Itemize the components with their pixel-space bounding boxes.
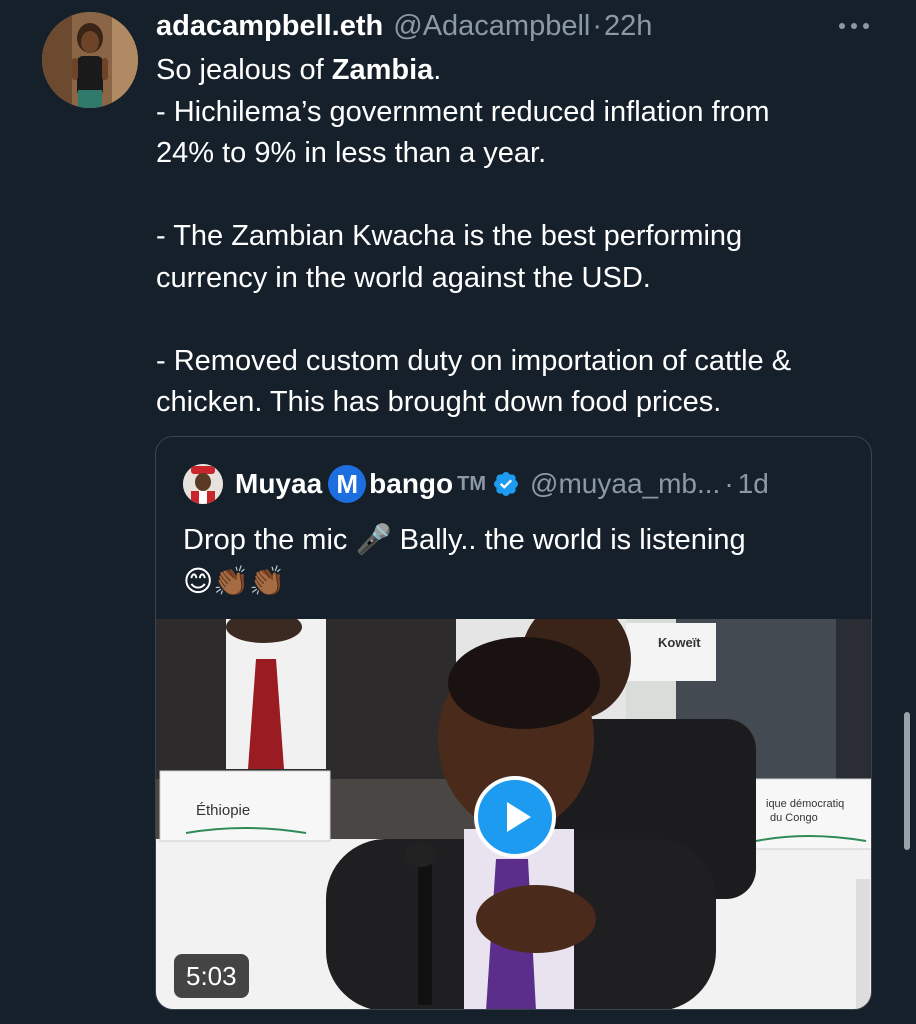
play-icon	[507, 802, 531, 832]
more-options-button[interactable]	[834, 14, 874, 38]
video-player[interactable]: Koweït Éthiopie ique démocratiq du Congo	[156, 619, 871, 1009]
placard-right-line1: ique démocratiq	[766, 798, 844, 810]
tweet-text-bold: Zambia	[331, 54, 434, 86]
author-avatar[interactable]	[42, 12, 138, 108]
tweet-line: - Hichilema’s government reduced inflati…	[156, 95, 770, 128]
tweet-header: adacampbell.eth @Adacampbell · 22h	[156, 6, 652, 46]
video-duration-badge: 5:03	[174, 954, 249, 998]
tweet-text-prefix: So jealous of	[156, 54, 332, 86]
quoted-tweet-header: Muyaa M bango TM @muyaa_mb... · 1d	[183, 463, 769, 505]
tweet-line: - Removed custom duty on importation of …	[156, 344, 792, 377]
verified-badge-icon	[494, 472, 519, 496]
trademark-label: TM	[457, 472, 487, 495]
quoted-emoji-line: 😊👏🏾👏🏾	[183, 566, 286, 598]
tweet-line: currency in the world against the USD.	[156, 261, 651, 294]
quoted-author-avatar	[183, 464, 223, 504]
quoted-text-line: Drop the mic 🎤 Bally.. the world is list…	[183, 524, 746, 556]
more-icon	[839, 23, 869, 29]
tweet-line: So jealous of Zambia.	[156, 50, 876, 92]
quoted-tweet-text: Drop the mic 🎤 Bally.. the world is list…	[183, 519, 853, 603]
author-display-name[interactable]: adacampbell.eth	[156, 10, 383, 43]
play-button[interactable]	[474, 776, 556, 858]
tweet-line: chicken. This has brought down food pric…	[156, 386, 722, 418]
tweet-line: 24% to 9% in less than a year.	[156, 137, 547, 169]
tweet[interactable]: adacampbell.eth @Adacampbell · 22h So je…	[0, 0, 916, 1024]
quoted-author-handle: @muyaa_mb...	[530, 468, 721, 499]
tweet-timestamp[interactable]: 22h	[604, 10, 652, 43]
placard-right-line2: du Congo	[770, 812, 818, 824]
tweet-line: - The Zambian Kwacha is the best perform…	[156, 220, 743, 252]
m-badge-icon: M	[328, 465, 367, 503]
quoted-tweet-timestamp: 1d	[737, 468, 769, 499]
scrollbar-thumb[interactable]	[904, 712, 910, 850]
separator-dot: ·	[592, 9, 603, 42]
tweet-text-suffix: .	[433, 54, 442, 86]
author-handle[interactable]: @Adacampbell	[393, 10, 590, 43]
separator-dot: ·	[724, 468, 734, 499]
quoted-tweet-card[interactable]: Muyaa M bango TM @muyaa_mb... · 1d Drop …	[155, 436, 872, 1010]
quoted-author-name: Muyaa M bango TM	[235, 465, 486, 503]
placard-left-label: Éthiopie	[196, 802, 250, 819]
quoted-name-part1: Muyaa	[235, 468, 323, 499]
tweet-text: So jealous of Zambia. - Hichilema’s gove…	[156, 50, 876, 424]
quoted-name-part2: bango	[369, 468, 454, 499]
placard-top-label: Koweït	[658, 635, 701, 650]
